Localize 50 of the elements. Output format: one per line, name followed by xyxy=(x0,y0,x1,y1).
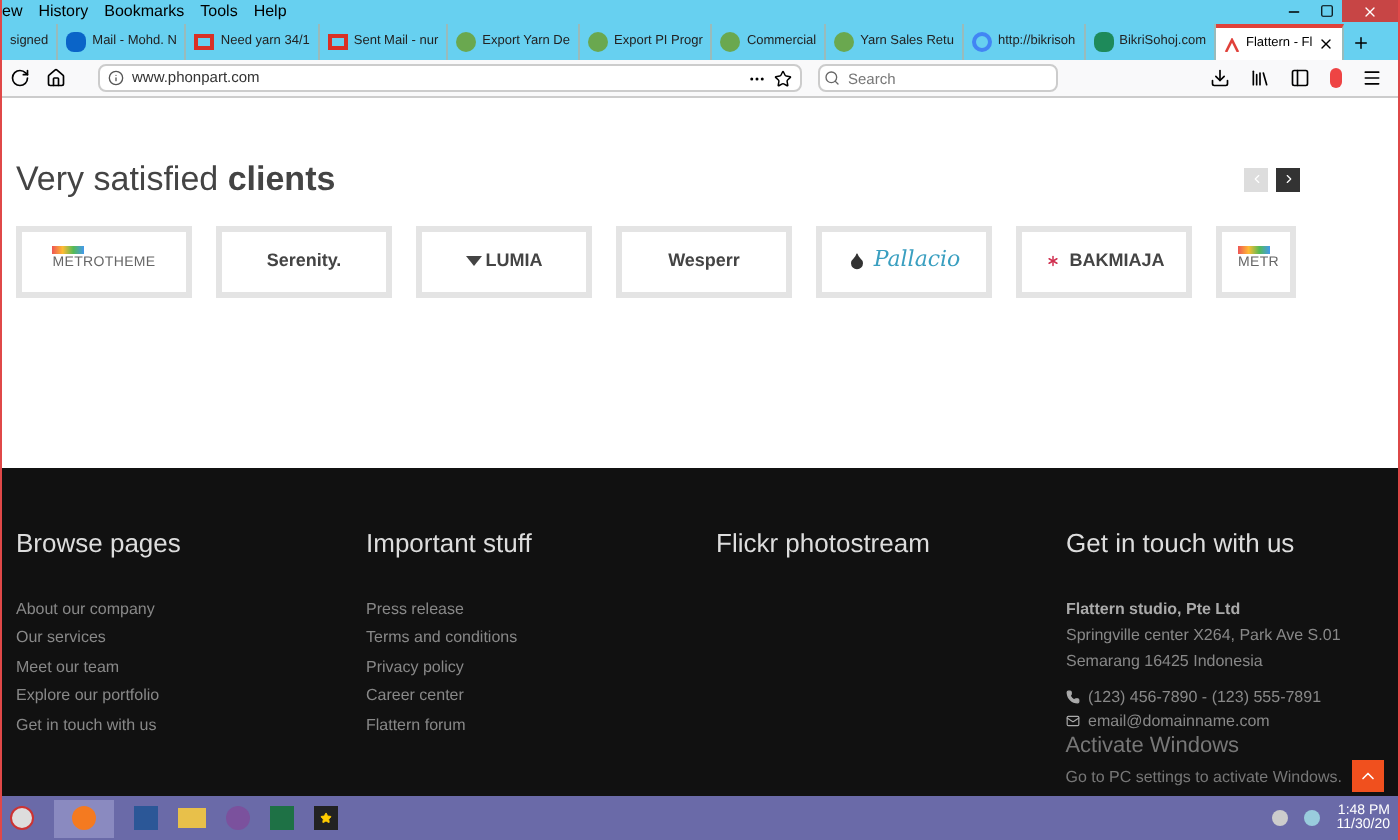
extension-icon[interactable] xyxy=(1330,68,1342,88)
footer-link[interactable]: About our company xyxy=(16,595,334,624)
close-tab-icon[interactable] xyxy=(1318,36,1335,52)
footer-link[interactable]: Terms and conditions xyxy=(366,624,684,653)
star-icon[interactable] xyxy=(774,69,792,87)
section-title: Very satisfied clients xyxy=(16,158,336,202)
footer-link[interactable]: Press release xyxy=(366,595,684,624)
menu-item[interactable]: Tools xyxy=(200,3,238,19)
menu-item[interactable]: History xyxy=(38,3,89,19)
activation-message: Go to PC settings to activate Windows. xyxy=(1065,766,1342,790)
next-button[interactable] xyxy=(1276,167,1300,192)
chevron-icon xyxy=(1224,37,1240,51)
column-heading: Get in touch with us xyxy=(1066,526,1297,562)
column-heading: Flickr photostream xyxy=(716,526,932,562)
chevron-right-icon xyxy=(1281,172,1295,187)
company-name: Flattern studio, Pte Ltd xyxy=(1066,597,1243,621)
client-logo: Pallacio xyxy=(816,225,992,297)
sidebar-icon[interactable] xyxy=(1290,68,1310,88)
footer-link[interactable]: Our services xyxy=(16,624,334,653)
star-icon[interactable] xyxy=(314,806,338,830)
phone-icon xyxy=(1066,690,1080,704)
email-link[interactable]: email@domainname.com xyxy=(1088,709,1270,733)
address-line: Springville center X264, Park Ave S.01 xyxy=(1066,623,1343,647)
column-heading: Important stuff xyxy=(366,526,534,562)
footer-link[interactable]: Explore our portfolio xyxy=(16,682,334,711)
footer-link[interactable]: Privacy policy xyxy=(366,653,684,682)
home-icon[interactable] xyxy=(46,68,66,88)
footer-link[interactable]: Get in touch with us xyxy=(16,711,334,740)
library-icon[interactable] xyxy=(1250,68,1270,88)
phone-number: (123) 456-7890 - (123) 555-7891 xyxy=(1088,685,1322,709)
client-logo: Serenity. xyxy=(216,225,392,297)
download-icon[interactable] xyxy=(1210,68,1230,88)
scroll-top-button[interactable] xyxy=(1352,760,1384,792)
column-heading: Browse pages xyxy=(16,526,183,562)
footer-link[interactable]: Career center xyxy=(366,682,684,711)
info-icon[interactable] xyxy=(108,70,124,86)
menu-item[interactable]: Bookmarks xyxy=(104,3,185,19)
chevron-left-icon xyxy=(1249,172,1263,187)
activation-title: Activate Windows xyxy=(1065,736,1242,758)
footer-link[interactable]: Flattern forum xyxy=(366,711,684,740)
menu-icon[interactable] xyxy=(1362,68,1382,88)
client-logo: LUMIA xyxy=(416,225,592,297)
menu-item[interactable]: Help xyxy=(253,3,287,19)
address-line: Semarang 16425 Indonesia xyxy=(1066,649,1265,673)
footer-link[interactable]: Meet our team xyxy=(16,653,334,682)
search-icon xyxy=(824,70,840,86)
reload-icon[interactable] xyxy=(10,68,30,88)
client-logo: Wesperr xyxy=(616,225,792,297)
client-logo: BAKMIAJA xyxy=(1016,225,1192,297)
menu-item[interactable]: ew xyxy=(2,3,23,19)
